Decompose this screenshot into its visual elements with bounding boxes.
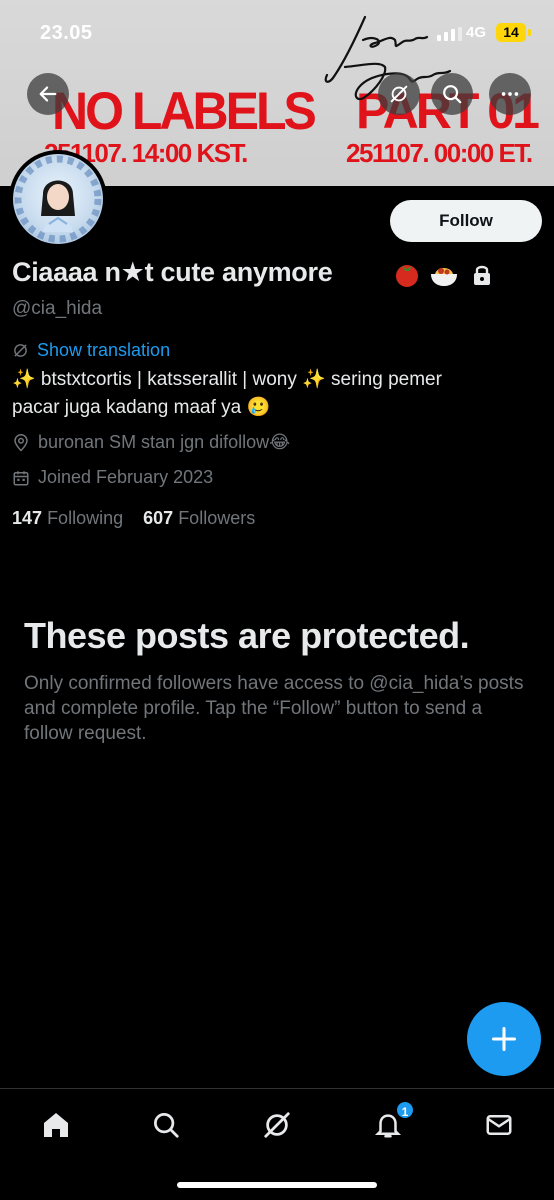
grok-icon <box>390 85 408 103</box>
follow-button[interactable]: Follow <box>390 200 542 242</box>
plus-icon <box>491 1026 517 1052</box>
protected-title: These posts are protected. <box>24 615 470 656</box>
tab-messages[interactable] <box>479 1105 519 1145</box>
search-icon <box>443 85 462 104</box>
banner-left-title: NO LABELS <box>52 81 317 141</box>
search-icon <box>154 1113 179 1138</box>
search-button[interactable] <box>431 73 473 115</box>
status-time: 23.05 <box>40 22 93 44</box>
arrow-left-icon <box>39 86 57 102</box>
display-name: Ciaaaa n★t cute anymore <box>12 257 333 288</box>
more-horizontal-icon <box>501 92 519 96</box>
tab-grok[interactable] <box>257 1105 297 1145</box>
grok-icon <box>264 1112 290 1138</box>
following-label: Following <box>47 508 124 528</box>
show-translation-link[interactable]: Show translation <box>37 340 170 361</box>
avatar-image <box>13 154 103 244</box>
tomato-emoji-icon <box>396 265 418 287</box>
tab-home[interactable] <box>36 1105 76 1145</box>
following-count: 147 <box>12 508 43 528</box>
joined-row: Joined February 2023 <box>12 467 213 488</box>
joined-text: Joined February 2023 <box>38 467 214 487</box>
avatar-portrait <box>14 155 102 243</box>
translation-row[interactable]: Show translation <box>12 340 170 361</box>
spaghetti-emoji-icon <box>431 268 457 286</box>
location-row: buronan SM stan jgn difollow😂 <box>12 432 290 453</box>
followers-count: 607 <box>143 508 174 528</box>
network-type: 4G <box>466 24 487 41</box>
tab-search[interactable] <box>146 1105 186 1145</box>
location-pin-icon <box>14 433 28 452</box>
more-button[interactable] <box>489 73 531 115</box>
profile-bio: ✨ btstxtcortis | katsserallit | wony ✨ s… <box>12 366 532 422</box>
calendar-icon <box>13 470 29 485</box>
avatar[interactable] <box>9 150 107 248</box>
messages-icon <box>486 1115 512 1135</box>
grok-translate-icon <box>14 344 27 357</box>
notification-badge: 1 <box>395 1100 415 1120</box>
status-bar: 23.05 4G 14 <box>0 0 554 62</box>
profile-handle: @cia_hida <box>12 298 103 319</box>
display-name-text: Ciaaaa n★t cute anymore <box>12 257 333 287</box>
location-text: buronan SM stan jgn difollow😂 <box>38 432 291 452</box>
following-link[interactable]: 147 Following <box>12 508 123 528</box>
cellular-signal-icon <box>437 27 462 41</box>
grok-button[interactable] <box>378 73 420 115</box>
compose-post-button[interactable] <box>467 1002 541 1076</box>
followers-link[interactable]: 607 Followers <box>143 508 255 528</box>
back-button[interactable] <box>27 73 69 115</box>
home-indicator <box>177 1182 377 1188</box>
protected-description: Only confirmed followers have access to … <box>24 673 524 744</box>
bio-line-2: pacar juga kadang maaf ya 🥲 <box>12 397 271 418</box>
home-icon <box>44 1113 68 1137</box>
bio-line-1: ✨ btstxtcortis | katsserallit | wony ✨ s… <box>12 369 442 390</box>
battery-tip <box>528 29 531 36</box>
follow-counts: 147 Following 607 Followers <box>12 508 255 529</box>
battery-icon: 14 <box>496 23 526 42</box>
followers-label: Followers <box>178 508 256 528</box>
lock-icon <box>474 265 490 285</box>
banner-right-subtitle: 251107. 00:00 ET. <box>346 138 533 168</box>
